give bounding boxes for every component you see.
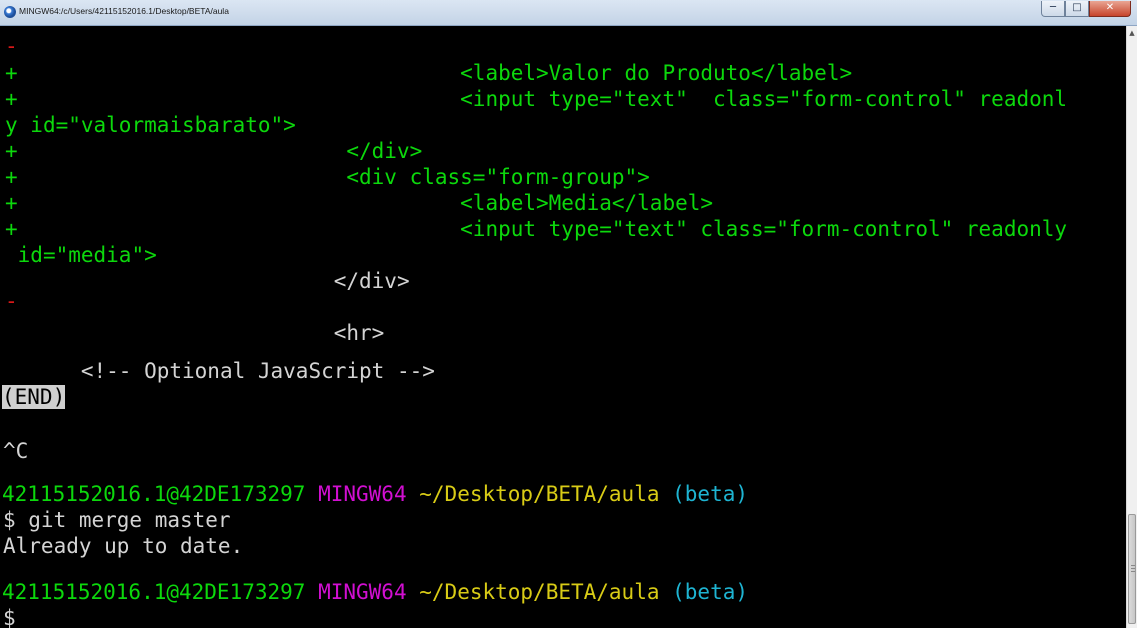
prompt-user-host: 42115152016.1@42DE173297 [2,580,306,604]
window-controls: ─ □ ✕ [1041,1,1131,17]
shell-prompt: 42115152016.1@42DE173297 MINGW64 ~/Deskt… [2,482,748,506]
git-bash-app-icon [4,6,16,18]
diff-line: id="media"> [5,243,157,267]
diff-text: </div> [17,139,423,163]
command-output: Already up to date. [3,534,244,558]
diff-text: <!-- Optional JavaScript --> [17,359,435,383]
prompt-path: ~/Desktop/BETA/aula [419,580,660,604]
scrollbar-thumb[interactable] [1128,514,1136,624]
prompt-branch: (beta) [672,580,748,604]
diff-text: id="valormaisbarato"> [17,113,296,137]
diff-text: <input type="text" class="form-control" … [17,217,1068,241]
thumb-grip-icon [1131,565,1135,566]
diff-text: <label>Media</label> [17,191,714,215]
diff-text: </div> [17,269,410,293]
prompt-shell: MINGW64 [318,580,407,604]
prompt-user-host: 42115152016.1@42DE173297 [2,482,306,506]
diff-text: <div class="form-group"> [17,165,650,189]
close-button[interactable]: ✕ [1089,1,1131,17]
diff-gutter [5,359,18,383]
vertical-scrollbar[interactable]: ▲ [1126,26,1137,628]
diff-gutter: y [5,113,18,137]
pager-end-label: (END) [2,385,66,409]
diff-gutter: + [5,217,18,241]
diff-gutter: + [5,191,18,215]
prompt-shell: MINGW64 [318,482,407,506]
diff-gutter: + [5,87,18,111]
diff-line: - [5,289,18,313]
prompt-path: ~/Desktop/BETA/aula [419,482,660,506]
shell-prompt: 42115152016.1@42DE173297 MINGW64 ~/Deskt… [2,580,748,604]
thumb-grip-icon [1131,568,1135,569]
diff-gutter: - [5,34,18,58]
window-titlebar[interactable]: MINGW64:/c/Users/42115152016.1/Desktop/B… [0,0,1137,26]
diff-line: <!-- Optional JavaScript --> [5,359,435,383]
command-input-line[interactable]: $ [3,606,16,628]
diff-gutter: + [5,165,18,189]
pager-end-marker: (END) [2,385,66,409]
thumb-grip-icon [1131,571,1135,572]
diff-text: id="media"> [17,243,157,267]
diff-line: + <label>Valor do Produto</label> [5,61,852,85]
diff-line: </div> [5,269,410,293]
diff-line: <hr> [5,321,385,345]
diff-gutter: + [5,139,18,163]
diff-gutter: - [5,289,18,313]
prompt-branch: (beta) [672,482,748,506]
diff-line: y id="valormaisbarato"> [5,113,296,137]
diff-line: + <label>Media</label> [5,191,713,215]
diff-line: - [5,34,18,58]
command-line: $ git merge master [3,508,231,532]
scroll-up-arrow-icon[interactable]: ▲ [1127,26,1137,40]
diff-text: <label>Valor do Produto</label> [17,61,853,85]
diff-gutter [5,243,18,267]
interrupt-line: ^C [3,439,29,463]
terminal-output[interactable]: - + <label>Valor do Produto</label> + <i… [0,26,1126,628]
diff-gutter [5,321,18,345]
diff-line: + <input type="text" class="form-control… [5,87,1067,111]
diff-gutter: + [5,61,18,85]
diff-line: + <input type="text" class="form-control… [5,217,1067,241]
diff-text: <input type="text" class="form-control" … [17,87,1068,111]
minimize-button[interactable]: ─ [1041,1,1065,17]
maximize-button[interactable]: □ [1065,1,1089,17]
diff-line: + <div class="form-group"> [5,165,650,189]
window-title: MINGW64:/c/Users/42115152016.1/Desktop/B… [19,6,229,16]
diff-line: + </div> [5,139,422,163]
diff-text: <hr> [17,321,385,345]
